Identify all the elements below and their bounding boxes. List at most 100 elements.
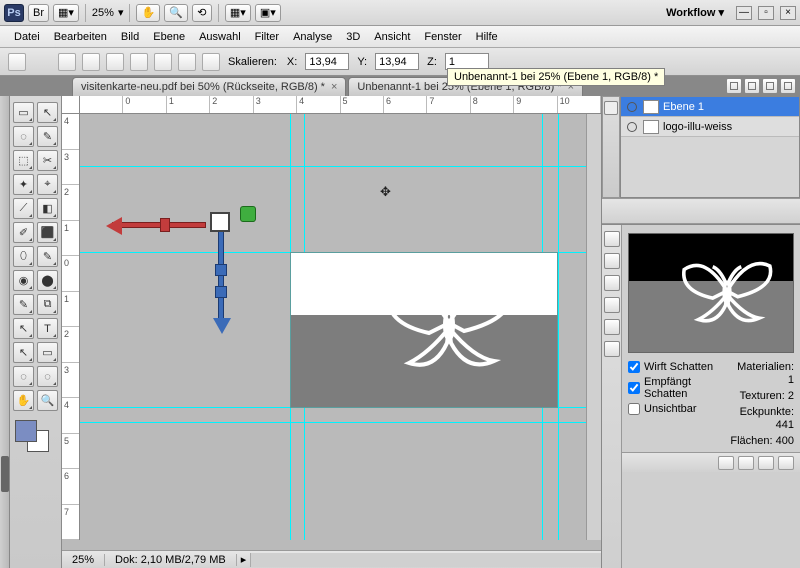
zoom-tool-shortcut[interactable]: 🔍	[164, 4, 188, 22]
stamp-tool[interactable]: ◧	[37, 198, 58, 219]
3d-pan-icon[interactable]	[130, 53, 148, 71]
canvas[interactable]: ✥	[80, 114, 601, 540]
3d-tool-icon[interactable]	[604, 319, 620, 335]
3d-scale-icon[interactable]	[178, 53, 196, 71]
slice-tool[interactable]: ✂	[37, 150, 58, 171]
visibility-icon[interactable]	[625, 100, 639, 114]
3d-gizmo[interactable]	[112, 194, 242, 334]
hand-tool-shortcut[interactable]: ✋	[136, 4, 160, 22]
panel-divider[interactable]	[602, 198, 800, 224]
menu-bearbeiten[interactable]: Bearbeiten	[54, 31, 107, 43]
3d-orbit-tool[interactable]: ▭	[37, 342, 58, 363]
status-zoom[interactable]: 25%	[62, 554, 105, 566]
3d-preview[interactable]	[628, 233, 794, 353]
3d-slide-icon[interactable]	[154, 53, 172, 71]
3d-walk-tool[interactable]: ◌	[37, 366, 58, 387]
panel-icon-3[interactable]	[762, 78, 778, 94]
3d-settings-icon[interactable]	[202, 53, 220, 71]
3d-pan-tool[interactable]: ◌	[13, 366, 34, 387]
menu-bild[interactable]: Bild	[121, 31, 139, 43]
menu-3d[interactable]: 3D	[346, 31, 360, 43]
zoom-level[interactable]: 25%	[92, 7, 114, 19]
path-tool[interactable]: ✎	[13, 294, 34, 315]
ruler-corner[interactable]	[62, 96, 80, 114]
3d-tool-icon[interactable]	[604, 231, 620, 247]
3d-mode-icon[interactable]	[58, 53, 76, 71]
color-swatches[interactable]	[13, 420, 57, 450]
3d-tool-icon[interactable]	[604, 253, 620, 269]
panel-tab-icon[interactable]	[604, 101, 618, 115]
trash-icon[interactable]	[778, 456, 794, 470]
menu-auswahl[interactable]: Auswahl	[199, 31, 241, 43]
close-icon[interactable]: ×	[331, 81, 337, 93]
workspace-switcher[interactable]: Workflow ▾	[660, 6, 730, 19]
3d-rotate-tool[interactable]: ↖	[13, 342, 34, 363]
tool-preset-icon[interactable]	[8, 53, 26, 71]
ruler-vertical[interactable]: 432101234567	[62, 114, 80, 540]
left-dock-strip[interactable]	[0, 96, 10, 568]
rotate-view-shortcut[interactable]: ⟲	[192, 4, 212, 22]
3d-foot-icon[interactable]	[738, 456, 754, 470]
arrange-docs-button[interactable]: ▦▾	[225, 4, 251, 22]
gizmo-x-axis[interactable]	[112, 222, 206, 228]
invisible-checkbox[interactable]: Unsichtbar	[628, 403, 723, 415]
menu-fenster[interactable]: Fenster	[424, 31, 461, 43]
3d-foot-icon[interactable]	[758, 456, 774, 470]
vertical-scrollbar[interactable]	[586, 114, 601, 540]
panel-collapse-strip[interactable]	[602, 96, 620, 198]
bridge-button[interactable]: Br	[28, 4, 49, 22]
receive-shadow-checkbox[interactable]: Empfängt Schatten	[628, 376, 723, 400]
x-input[interactable]	[305, 53, 349, 70]
zoom-dropdown-icon[interactable]: ▾	[118, 6, 124, 19]
marquee-tool[interactable]: ↖	[37, 102, 58, 123]
direct-select-tool[interactable]: ↖	[13, 318, 34, 339]
pen-tool[interactable]: ⬤	[37, 270, 58, 291]
eraser-tool[interactable]: ⬛	[37, 222, 58, 243]
blur-tool[interactable]: ✎	[37, 246, 58, 267]
screen-mode-button[interactable]: ▦▾	[53, 4, 79, 22]
zoom-tool[interactable]: 🔍	[37, 390, 58, 411]
shape-tool[interactable]: T	[37, 318, 58, 339]
ruler-horizontal[interactable]: 012345678910	[80, 96, 601, 114]
screen-mode-2-button[interactable]: ▣▾	[255, 4, 281, 22]
status-doc[interactable]: Dok: 2,10 MB/2,79 MB	[105, 554, 237, 566]
document-tab-1[interactable]: visitenkarte-neu.pdf bei 50% (Rückseite,…	[72, 77, 346, 96]
y-input[interactable]	[375, 53, 419, 70]
3d-tool-icon[interactable]	[604, 341, 620, 357]
gradient-tool[interactable]: ⬯	[13, 246, 34, 267]
gizmo-center[interactable]	[210, 212, 230, 232]
cast-shadow-checkbox[interactable]: Wirft Schatten	[628, 361, 723, 373]
minimize-button[interactable]: —	[736, 6, 752, 20]
3d-tool-icon[interactable]	[604, 275, 620, 291]
menu-ansicht[interactable]: Ansicht	[374, 31, 410, 43]
history-brush-tool[interactable]: ✐	[13, 222, 34, 243]
3d-rotate-icon[interactable]	[82, 53, 100, 71]
layer-row[interactable]: logo-illu-weiss	[621, 117, 799, 137]
3d-foot-icon[interactable]	[718, 456, 734, 470]
heal-tool[interactable]: ⌖	[37, 174, 58, 195]
panel-icon-4[interactable]	[780, 78, 796, 94]
dodge-tool[interactable]: ◉	[13, 270, 34, 291]
panel-icon-2[interactable]	[744, 78, 760, 94]
3d-tool-icon[interactable]	[604, 297, 620, 313]
brush-tool[interactable]: ⟋	[13, 198, 34, 219]
menu-analyse[interactable]: Analyse	[293, 31, 332, 43]
type-tool[interactable]: ⧉	[37, 294, 58, 315]
maximize-button[interactable]: ▫	[758, 6, 774, 20]
visibility-icon[interactable]	[625, 120, 639, 134]
menu-ebene[interactable]: Ebene	[153, 31, 185, 43]
menu-datei[interactable]: Datei	[14, 31, 40, 43]
wand-tool[interactable]: ✎	[37, 126, 58, 147]
menu-hilfe[interactable]: Hilfe	[476, 31, 498, 43]
3d-roll-icon[interactable]	[106, 53, 124, 71]
document-object[interactable]	[290, 252, 558, 408]
move-tool[interactable]: ▭	[13, 102, 34, 123]
horizontal-scrollbar[interactable]	[250, 553, 601, 567]
close-button[interactable]: ×	[780, 6, 796, 20]
gizmo-z-axis[interactable]	[240, 206, 256, 222]
lasso-tool[interactable]: ◌	[13, 126, 34, 147]
foreground-color[interactable]	[15, 420, 37, 442]
hand-tool[interactable]: ✋	[13, 390, 34, 411]
crop-tool[interactable]: ⬚	[13, 150, 34, 171]
panel-icon-1[interactable]	[726, 78, 742, 94]
